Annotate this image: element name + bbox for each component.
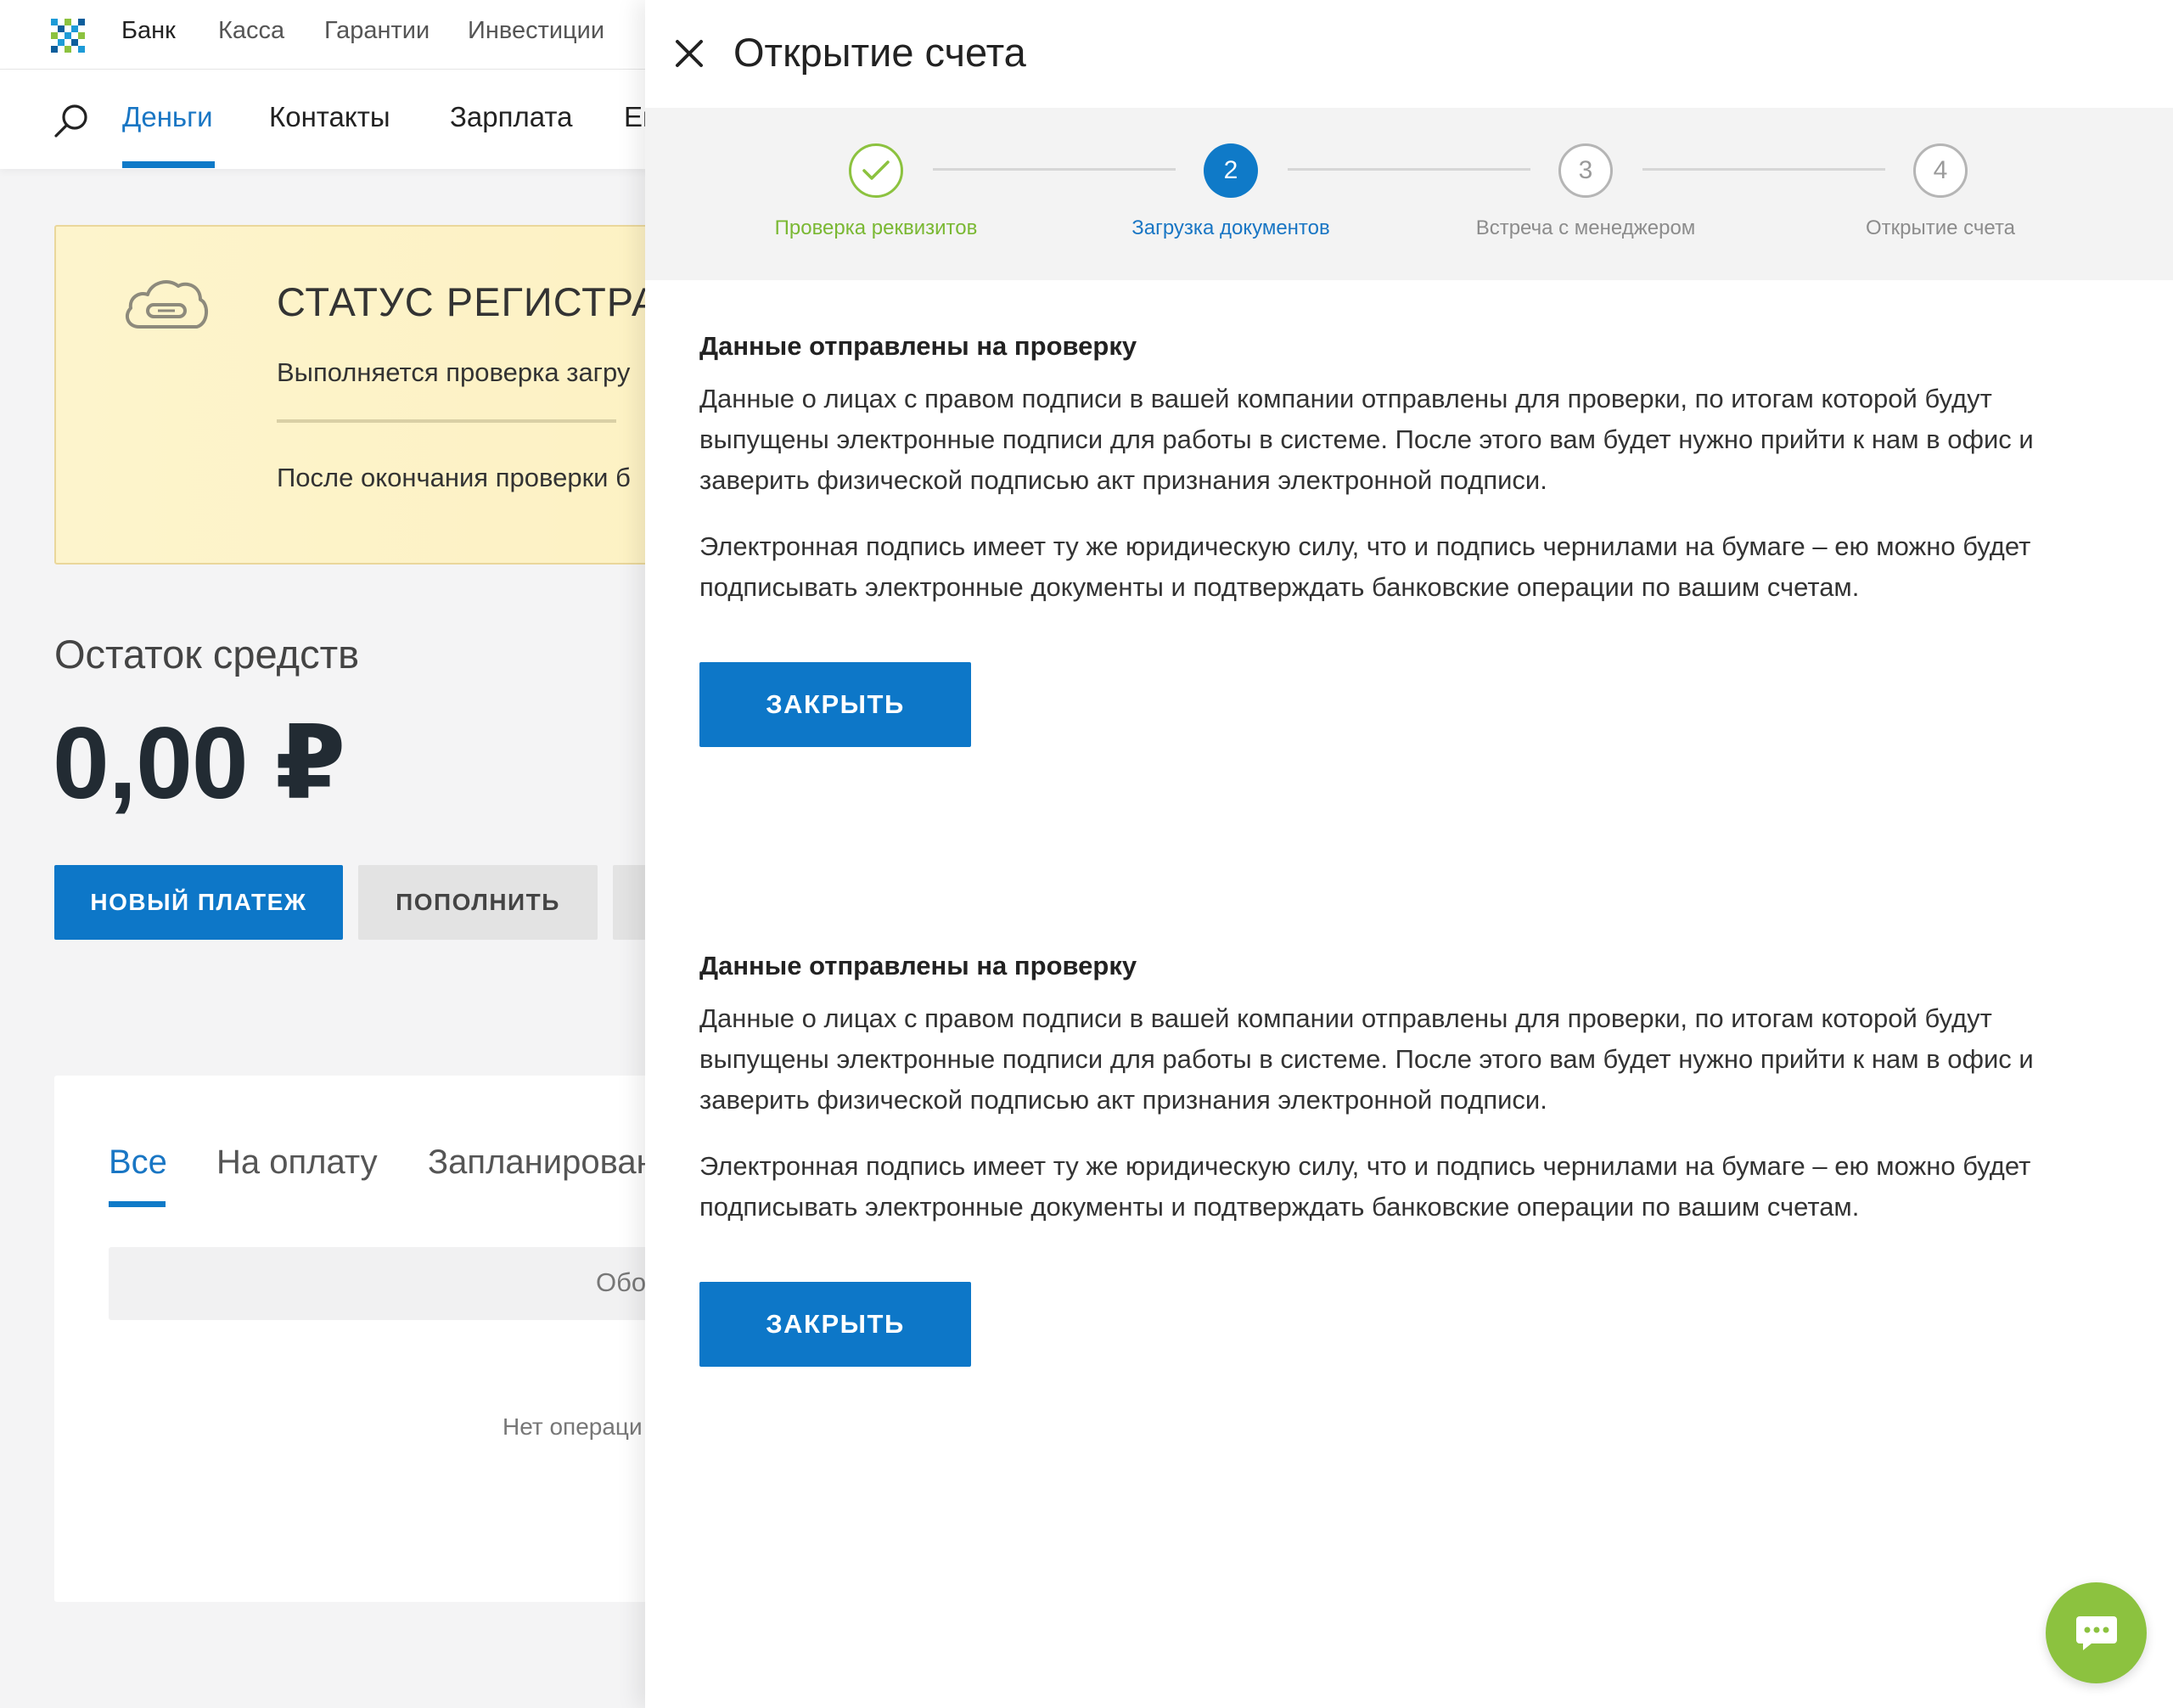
step-connector bbox=[933, 168, 1176, 171]
status-note: После окончания проверки б bbox=[277, 463, 631, 492]
step-2-circle: 2 bbox=[1204, 143, 1258, 198]
step-4-label: Открытие счета bbox=[1865, 216, 2016, 239]
step-4-circle: 4 bbox=[1913, 143, 1968, 198]
cloud-icon bbox=[125, 280, 208, 329]
info-block-paragraph: Данные о лицах с правом подписи в вашей … bbox=[699, 384, 2034, 495]
step-connector bbox=[1288, 168, 1530, 171]
operations-empty-text: Нет операци bbox=[503, 1413, 643, 1440]
ops-tab-scheduled[interactable]: Запланирован bbox=[428, 1143, 655, 1182]
step-1-circle bbox=[849, 143, 903, 198]
active-tab-indicator bbox=[122, 161, 215, 168]
sub-nav-money[interactable]: Деньги bbox=[122, 101, 213, 133]
new-payment-button[interactable]: НОВЫЙ ПЛАТЕЖ bbox=[54, 865, 343, 940]
ops-tab-all[interactable]: Все bbox=[109, 1143, 167, 1182]
top-nav-investments[interactable]: Инвестиции bbox=[468, 17, 604, 45]
status-text: Выполняется проверка загру bbox=[277, 357, 631, 387]
step-3-label: Встреча с менеджером bbox=[1475, 216, 1696, 239]
close-icon[interactable] bbox=[672, 37, 706, 70]
top-nav-kassa[interactable]: Касса bbox=[218, 17, 284, 45]
top-nav-guarantees[interactable]: Гарантии bbox=[324, 17, 430, 45]
status-divider bbox=[277, 419, 616, 423]
bank-logo-icon[interactable] bbox=[51, 19, 85, 53]
info-block-paragraph: Электронная подпись имеет ту же юридичес… bbox=[699, 531, 2031, 602]
chat-icon bbox=[2075, 1615, 2117, 1650]
search-icon[interactable] bbox=[53, 102, 90, 139]
sub-nav-salary[interactable]: Зарплата bbox=[450, 101, 573, 133]
step-2-label: Загрузка документов bbox=[1131, 216, 1330, 239]
sub-nav-contacts[interactable]: Контакты bbox=[269, 101, 390, 133]
balance-label: Остаток средств bbox=[54, 632, 360, 677]
panel-title: Открытие счета bbox=[733, 30, 1026, 75]
operations-filter-text: Обо bbox=[596, 1267, 647, 1297]
top-up-button[interactable]: ПОПОЛНИТЬ bbox=[358, 865, 598, 940]
close-button[interactable]: ЗАКРЫТЬ bbox=[699, 662, 971, 747]
step-connector bbox=[1642, 168, 1885, 171]
ops-active-tab-indicator bbox=[109, 1201, 166, 1207]
info-block-paragraph: Электронная подпись имеет ту же юридичес… bbox=[699, 1151, 2031, 1222]
info-block-paragraph: Данные о лицах с правом подписи в вашей … bbox=[699, 1003, 2034, 1115]
balance-value: 0,00 ₽ bbox=[53, 706, 345, 820]
check-icon bbox=[862, 160, 890, 180]
chat-button[interactable] bbox=[2046, 1582, 2147, 1683]
step-3-circle: 3 bbox=[1558, 143, 1613, 198]
info-block-title: Данные отправлены на проверку bbox=[699, 951, 1137, 980]
info-block-title: Данные отправлены на проверку bbox=[699, 331, 1137, 361]
close-button[interactable]: ЗАКРЫТЬ bbox=[699, 1282, 971, 1367]
step-1-label: Проверка реквизитов bbox=[774, 216, 978, 239]
ops-tab-to-pay[interactable]: На оплату bbox=[216, 1143, 378, 1182]
top-nav-bank[interactable]: Банк bbox=[121, 17, 176, 45]
status-title: СТАТУС РЕГИСТРАЦ bbox=[277, 279, 690, 324]
